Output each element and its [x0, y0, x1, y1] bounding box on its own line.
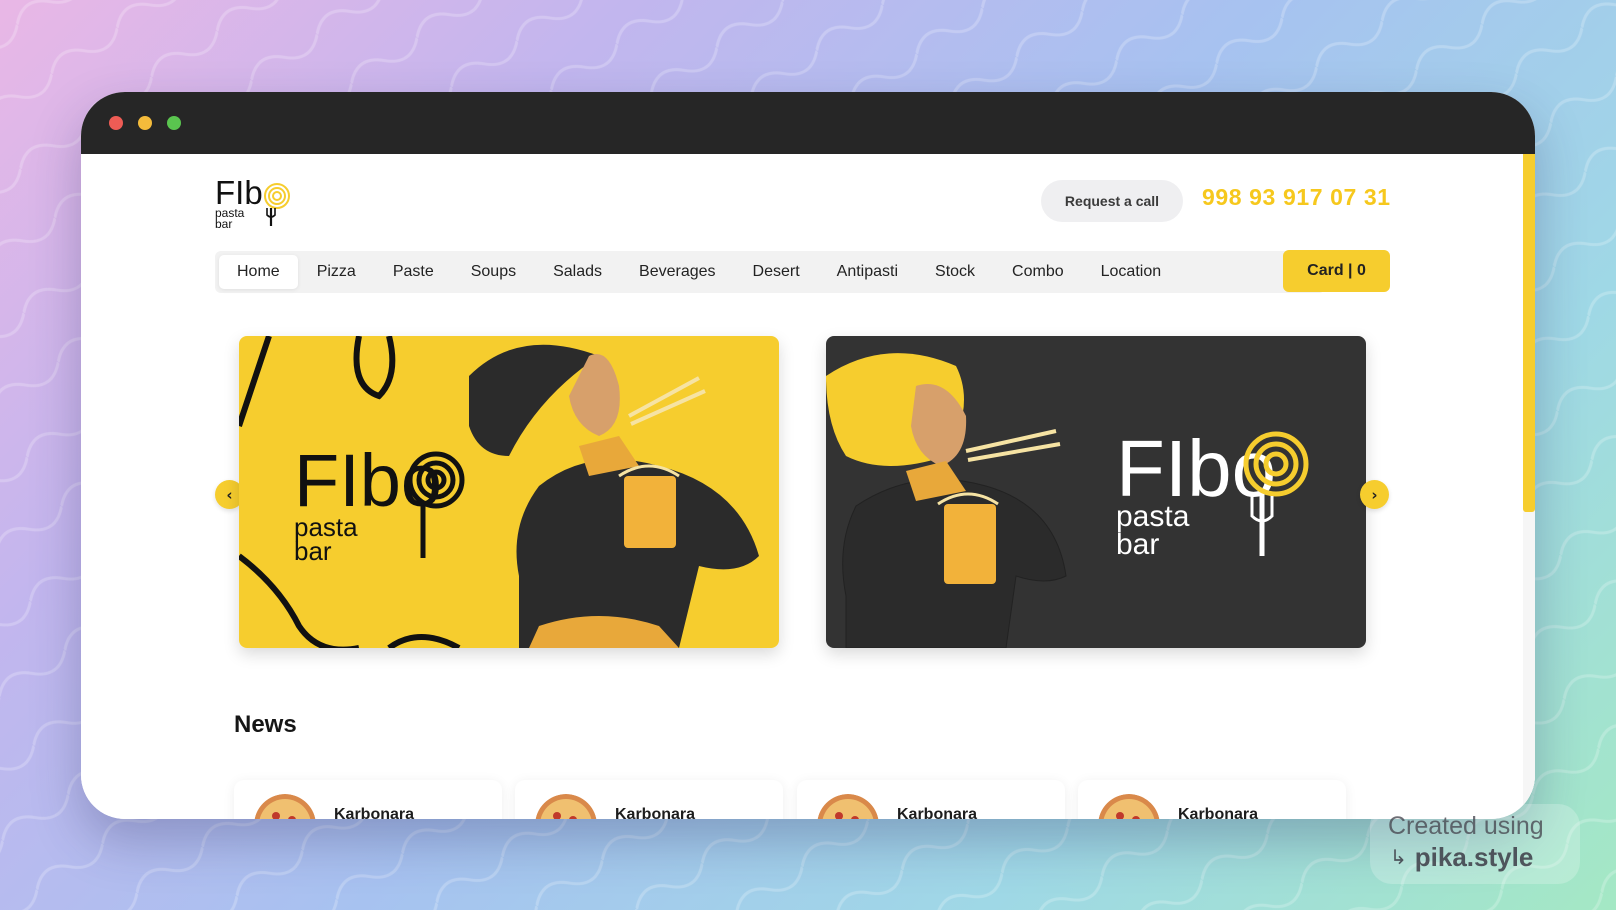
nav-item-location[interactable]: Location — [1083, 255, 1180, 289]
cart-button[interactable]: Card | 0 — [1283, 250, 1390, 292]
nav-item-stock[interactable]: Stock — [917, 255, 993, 289]
chevron-left-icon: ‹ — [226, 485, 233, 504]
site-logo[interactable]: FIb pasta bar — [215, 172, 295, 232]
slide-sub-text-2: bar — [294, 536, 332, 566]
pizza-thumbnail — [817, 794, 879, 819]
news-section-title: News — [234, 711, 297, 738]
nav-item-antipasti[interactable]: Antipasti — [819, 255, 916, 289]
close-window-dot[interactable] — [109, 116, 123, 130]
nav-item-home[interactable]: Home — [219, 255, 298, 289]
page-viewport: FIb pasta bar Request a call 998 93 917 … — [81, 154, 1535, 819]
nav-item-combo[interactable]: Combo — [994, 255, 1082, 289]
promo-illustration-dark: FIbo pasta bar — [826, 336, 1366, 648]
minimize-window-dot[interactable] — [138, 116, 152, 130]
nav-item-desert[interactable]: Desert — [735, 255, 818, 289]
carousel-next-button[interactable]: › — [1360, 480, 1389, 509]
scrollbar-thumb[interactable] — [1523, 154, 1535, 512]
watermark-line-1: Created using — [1388, 812, 1544, 840]
window-titlebar — [81, 92, 1535, 154]
news-card[interactable]: Karbonara — [515, 780, 783, 819]
request-call-button[interactable]: Request a call — [1041, 180, 1183, 222]
carousel-slide-dark[interactable]: FIbo pasta bar — [826, 336, 1366, 648]
pizza-thumbnail — [1098, 794, 1160, 819]
promo-illustration-yellow: FIbo pasta bar — [239, 336, 779, 648]
nav-item-paste[interactable]: Paste — [375, 255, 452, 289]
news-card[interactable]: Karbonara — [1078, 780, 1346, 819]
pika-watermark: Created using ↳ pika.style — [1370, 804, 1580, 884]
news-item-name: Karbonara — [334, 806, 415, 819]
browser-window: FIb pasta bar Request a call 998 93 917 … — [81, 92, 1535, 819]
news-item-name: Karbonara — [1178, 806, 1259, 819]
nav-item-soups[interactable]: Soups — [453, 255, 534, 289]
watermark-line-2: ↳ pika.style — [1390, 842, 1533, 873]
scrollbar-track[interactable] — [1523, 154, 1535, 819]
pizza-thumbnail — [254, 794, 316, 819]
nav-item-salads[interactable]: Salads — [535, 255, 620, 289]
return-arrow-icon: ↳ — [1390, 847, 1407, 869]
chevron-right-icon: › — [1371, 485, 1378, 504]
maximize-window-dot[interactable] — [167, 116, 181, 130]
main-nav: Home Pizza Paste Soups Salads Beverages … — [215, 251, 1325, 293]
slide-sub-text-2: bar — [1116, 528, 1159, 561]
fibo-logo-icon: FIb pasta bar — [215, 174, 290, 231]
news-item-name: Karbonara — [615, 806, 696, 819]
svg-text:bar: bar — [215, 217, 232, 231]
news-card[interactable]: Karbonara — [234, 780, 502, 819]
news-card[interactable]: Karbonara — [797, 780, 1065, 819]
phone-number[interactable]: 998 93 917 07 31 — [1202, 184, 1391, 211]
watermark-brand: pika.style — [1414, 842, 1534, 872]
carousel-slide-yellow[interactable]: FIbo pasta bar — [239, 336, 779, 648]
news-item-name: Karbonara — [897, 806, 978, 819]
nav-item-beverages[interactable]: Beverages — [621, 255, 734, 289]
pizza-thumbnail — [535, 794, 597, 819]
nav-item-pizza[interactable]: Pizza — [299, 255, 374, 289]
